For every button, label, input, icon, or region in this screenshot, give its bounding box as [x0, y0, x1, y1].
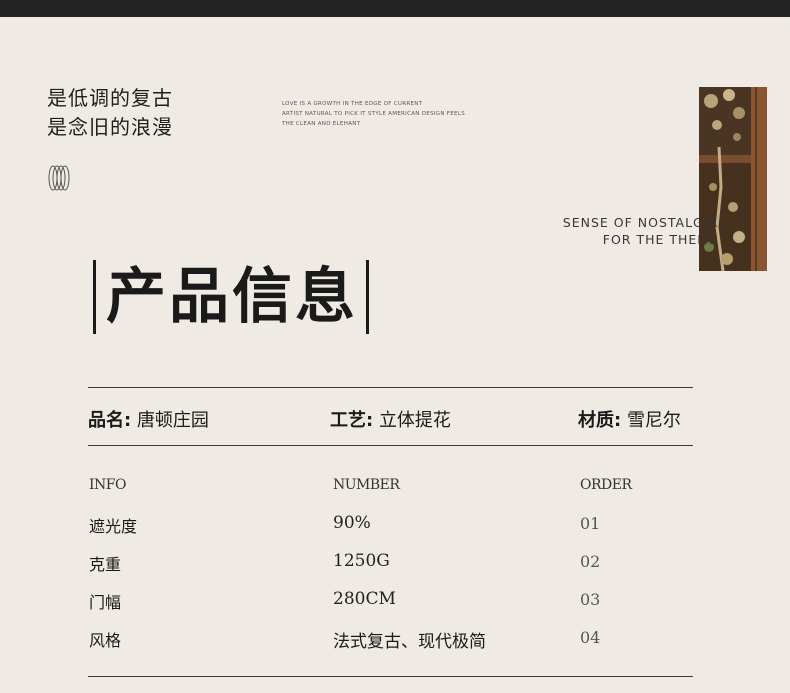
divider-middle: [88, 445, 693, 446]
top-bar: [0, 0, 790, 17]
tagline-line-3: THE CLEAN AND ELEHANT: [282, 121, 361, 127]
nostalgia-text: SENSE OF NOSTALGIA FOR THE THEME: [563, 214, 718, 248]
spec-material: 材质: 雪尼尔: [578, 406, 681, 432]
page-title-text: 产品信息: [106, 262, 358, 332]
row-info: 遮光度: [89, 517, 138, 536]
spec-material-label: 材质:: [578, 410, 622, 431]
row-number: 90%: [333, 513, 371, 533]
slogan: 是低调的复古 是念旧的浪漫: [47, 84, 173, 142]
slogan-line-1: 是低调的复古: [47, 86, 173, 110]
row-info: 风格: [89, 631, 122, 650]
row-number: 280CM: [333, 589, 396, 609]
slogan-line-2: 是念旧的浪漫: [47, 115, 173, 139]
title-bar-right: [366, 260, 369, 334]
divider-bottom: [88, 676, 693, 677]
row-order: 02: [580, 552, 601, 571]
row-info: 门幅: [89, 593, 122, 612]
row-order: 01: [580, 514, 601, 533]
tagline-line-2: ARTIST NATURAL TO PICK IT STYLE AMERICAN…: [282, 111, 465, 117]
ovals-icon: [48, 165, 70, 191]
row-order: 03: [580, 590, 601, 609]
spec-craft-label: 工艺:: [330, 410, 374, 431]
spec-name: 品名: 唐顿庄园: [88, 406, 209, 432]
table-header-number: NUMBER: [333, 477, 400, 493]
page-title: 产品信息: [93, 258, 369, 336]
spec-craft-value: 立体提花: [378, 410, 451, 431]
table-header-info: INFO: [89, 477, 126, 493]
tagline-line-1: LOVE IS A GROWTH IN THE EDGE OF CURRENT: [282, 101, 423, 107]
row-number: 1250G: [333, 551, 390, 571]
nostalgia-line-1: SENSE OF NOSTALGIA: [562, 215, 718, 230]
tagline: LOVE IS A GROWTH IN THE EDGE OF CURRENT …: [282, 99, 465, 129]
row-order: 04: [580, 628, 601, 647]
spec-name-label: 品名:: [88, 410, 132, 431]
row-number: 法式复古、现代极简: [333, 632, 486, 652]
divider-top: [88, 387, 693, 388]
nostalgia-line-2: FOR THE THEME: [602, 232, 718, 247]
table-header-order: ORDER: [580, 477, 632, 493]
row-info: 克重: [89, 555, 122, 574]
title-bar-left: [93, 260, 96, 334]
spec-name-value: 唐顿庄园: [136, 410, 209, 431]
spec-material-value: 雪尼尔: [626, 410, 681, 431]
spec-craft: 工艺: 立体提花: [330, 406, 451, 432]
